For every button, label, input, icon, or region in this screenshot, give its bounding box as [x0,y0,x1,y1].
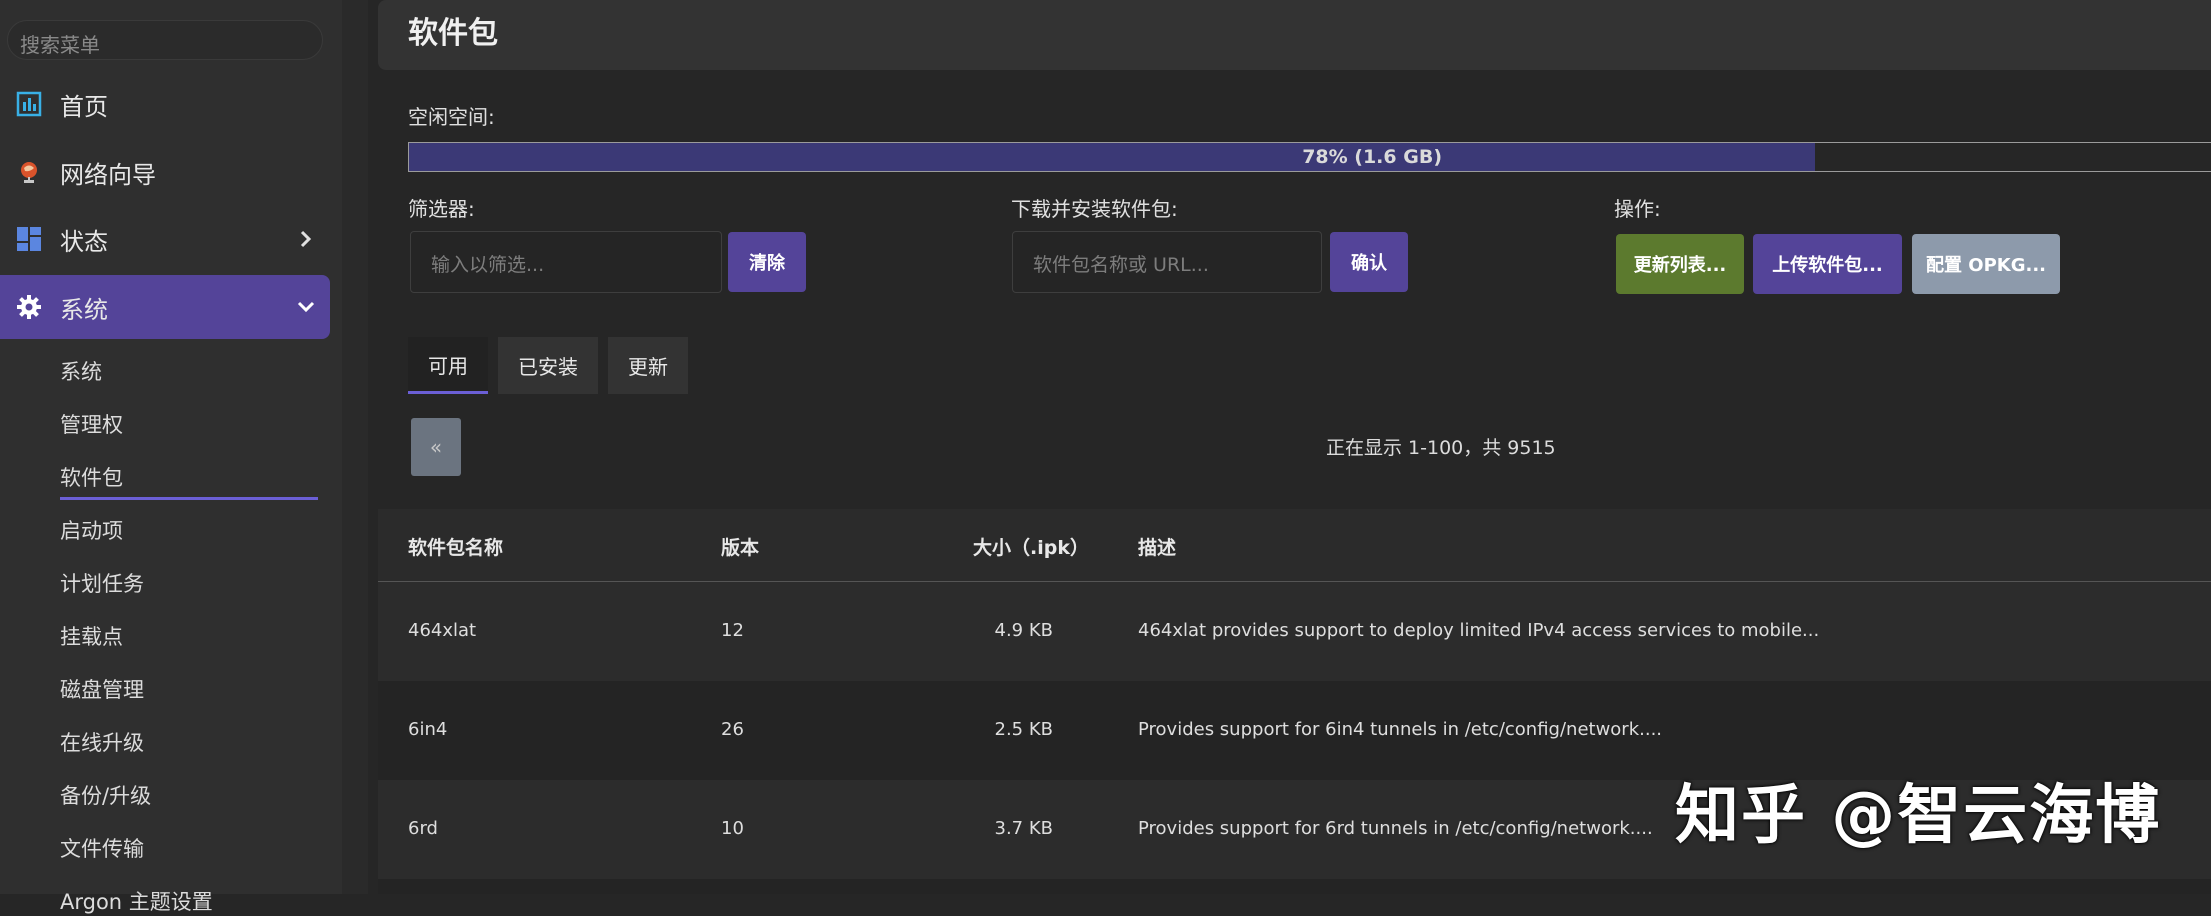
table-row[interactable] [378,879,2211,894]
package-version: 10 [721,818,744,839]
package-version: 26 [721,719,744,740]
package-description: 464xlat provides support to deploy limit… [1138,620,1820,641]
prev-page-button[interactable]: « [411,418,461,476]
free-space-text: 78% (1.6 GB) [1302,146,1442,168]
column-header-description[interactable]: 描述 [1138,533,1176,560]
column-header-version[interactable]: 版本 [721,533,759,560]
menu-label-home: 首页 [60,92,108,121]
dashboard-icon [16,91,42,117]
tab-installed[interactable]: 已安装 [498,337,598,394]
gear-icon [17,295,41,319]
menu-search-input[interactable]: 搜索菜单 [7,20,323,60]
active-submenu-indicator [60,497,318,500]
free-space-bar: 78% (1.6 GB) [408,142,2211,172]
globe-icon [21,162,37,183]
table-header: 软件包名称 版本 大小（.ipk） 描述 [378,509,2211,582]
menu-label-network-wizard: 网络向导 [60,160,156,189]
package-size: 2.5 KB [994,719,1054,740]
main-content: 软件包 空闲空间: 78% (1.6 GB) 筛选器: 输入以筛选... 清除 … [378,0,2211,894]
submenu-item-argon-theme[interactable]: Argon 主题设置 [60,886,213,916]
submenu-item-admin[interactable]: 管理权 [60,409,123,439]
package-version: 12 [721,620,744,641]
chevron-down-icon [297,301,315,313]
grid-icon [17,227,41,251]
menu-item-status[interactable]: 状态 [0,207,330,271]
actions-label: 操作: [1614,197,1661,221]
watermark: 知乎 @智云海博 [1675,779,2162,853]
menu-label-system: 系统 [60,295,108,324]
menu-label-status: 状态 [60,227,108,256]
package-description: Provides support for 6in4 tunnels in /et… [1138,719,1663,740]
download-install-label: 下载并安装软件包: [1011,197,1178,221]
clear-button[interactable]: 清除 [728,232,806,292]
submenu-item-mount-points[interactable]: 挂载点 [60,621,123,651]
submenu-item-backup-upgrade[interactable]: 备份/升级 [60,780,151,810]
filter-input[interactable]: 输入以筛选... [410,231,722,293]
menu-item-network-wizard[interactable]: 网络向导 [0,140,330,204]
submenu-item-scheduled-tasks[interactable]: 计划任务 [60,568,144,598]
sidebar-scrollbar-gutter [342,0,368,894]
package-name: 6rd [408,818,438,839]
package-name: 6in4 [408,719,448,740]
paging-info: 正在显示 1-100，共 9515 [1326,437,1556,459]
package-size: 3.7 KB [994,818,1054,839]
submenu-item-system[interactable]: 系统 [60,356,102,386]
sidebar: 搜索菜单 首页 网络向导 状态 系统 系统 管理权 软件包 启动项 计划任务 挂… [0,0,342,914]
package-url-input[interactable]: 软件包名称或 URL... [1012,231,1322,293]
confirm-button[interactable]: 确认 [1330,232,1408,292]
update-list-button[interactable]: 更新列表... [1616,234,1744,294]
column-header-name[interactable]: 软件包名称 [408,533,503,560]
package-description: Provides support for 6rd tunnels in /etc… [1138,818,1653,839]
page-header: 软件包 [378,0,2211,70]
submenu-item-startup[interactable]: 启动项 [60,515,123,545]
submenu-item-disk-management[interactable]: 磁盘管理 [60,674,144,704]
column-header-size[interactable]: 大小（.ipk） [973,533,1089,560]
menu-item-home[interactable]: 首页 [0,72,330,136]
submenu-item-packages[interactable]: 软件包 [60,462,123,492]
submenu-item-file-transfer[interactable]: 文件传输 [60,833,144,863]
package-size: 4.9 KB [994,620,1054,641]
configure-opkg-button[interactable]: 配置 OPKG... [1912,234,2060,294]
upload-package-button[interactable]: 上传软件包... [1753,234,1902,294]
filter-label: 筛选器: [408,197,475,221]
menu-item-system[interactable]: 系统 [0,275,330,339]
submenu-item-online-upgrade[interactable]: 在线升级 [60,727,144,757]
free-space-label: 空闲空间: [408,105,495,129]
page-title: 软件包 [408,16,498,51]
package-name: 464xlat [408,620,477,641]
tab-updates[interactable]: 更新 [608,337,688,394]
table-row[interactable]: 464xlat 12 4.9 KB 464xlat provides suppo… [378,582,2211,681]
tab-available[interactable]: 可用 [408,337,488,394]
chevron-right-icon [300,230,312,248]
